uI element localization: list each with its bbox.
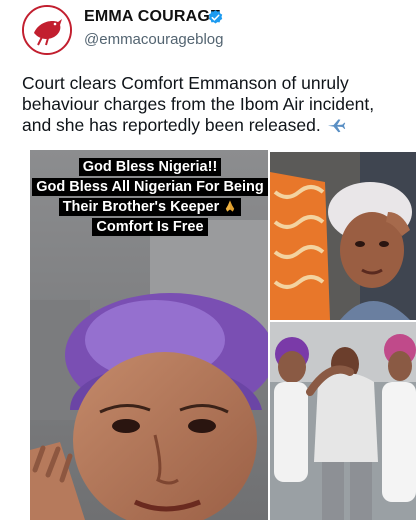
tweet-header: EMMA COURAGE @emmacourageblog: [0, 0, 416, 70]
photo-group-walking[interactable]: [270, 322, 416, 520]
tweet-text-block: Court clears Comfort Emmanson of unruly …: [22, 73, 402, 136]
group-escorting-image: [270, 322, 416, 520]
verified-badge-icon: [208, 10, 223, 24]
caption-line-3: Their Brother's Keeper: [62, 199, 220, 215]
avatar[interactable]: [22, 5, 72, 55]
caption-line-1: God Bless Nigeria!!: [78, 158, 222, 176]
caption-line-3-wrap: Their Brother's Keeper: [58, 198, 242, 216]
praying-hands-icon: [226, 200, 235, 212]
account-name[interactable]: EMMA COURAGE: [84, 8, 221, 26]
caption-line-2: God Bless All Nigerian For Being: [32, 178, 268, 196]
airplane-icon: [327, 119, 345, 133]
overlay-caption: God Bless Nigeria!! God Bless All Nigeri…: [0, 158, 300, 238]
tweet-text: Court clears Comfort Emmanson of unruly …: [22, 73, 375, 135]
account-handle[interactable]: @emmacourageblog: [84, 31, 223, 48]
bird-logo-icon: [24, 7, 70, 53]
caption-line-4: Comfort Is Free: [92, 218, 208, 236]
